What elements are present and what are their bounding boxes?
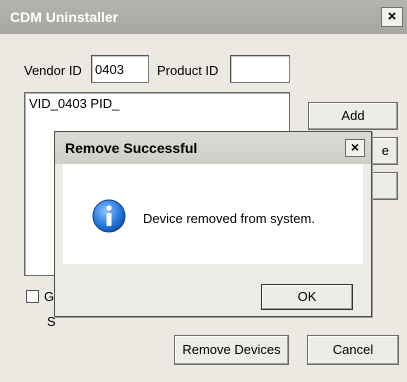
- remove-devices-button[interactable]: Remove Devices: [174, 335, 289, 365]
- generate-log-checkbox[interactable]: [26, 290, 39, 303]
- close-icon: ×: [350, 139, 360, 155]
- vendor-id-label: Vendor ID: [24, 63, 82, 78]
- add-button-label: Add: [341, 108, 365, 123]
- dialog-close-button[interactable]: ×: [345, 139, 365, 157]
- dialog-message: Device removed from system.: [143, 211, 315, 226]
- product-id-input[interactable]: [230, 55, 290, 83]
- list-item[interactable]: VID_0403 PID_: [29, 96, 285, 111]
- window-title-bar: CDM Uninstaller ×: [0, 0, 407, 34]
- window-close-button[interactable]: ×: [381, 7, 403, 27]
- product-id-label: Product ID: [157, 63, 219, 78]
- generate-log-label: G: [44, 289, 55, 304]
- dialog-body: Device removed from system.: [63, 164, 363, 264]
- info-icon: [92, 199, 126, 233]
- close-icon: ×: [387, 8, 397, 25]
- ok-button[interactable]: OK: [261, 284, 353, 310]
- remove-successful-dialog: Remove Successful × Device removed from …: [54, 131, 372, 317]
- remove-button-label: e: [381, 143, 389, 158]
- window-title: CDM Uninstaller: [10, 9, 119, 25]
- add-button[interactable]: Add: [308, 102, 398, 130]
- cancel-button-label: Cancel: [332, 342, 374, 357]
- cancel-button[interactable]: Cancel: [307, 335, 399, 365]
- vendor-id-input[interactable]: [91, 55, 149, 83]
- dialog-title: Remove Successful: [65, 140, 198, 156]
- remove-devices-label: Remove Devices: [182, 342, 281, 357]
- dialog-title-bar: Remove Successful ×: [55, 132, 371, 164]
- ok-button-label: OK: [297, 289, 317, 304]
